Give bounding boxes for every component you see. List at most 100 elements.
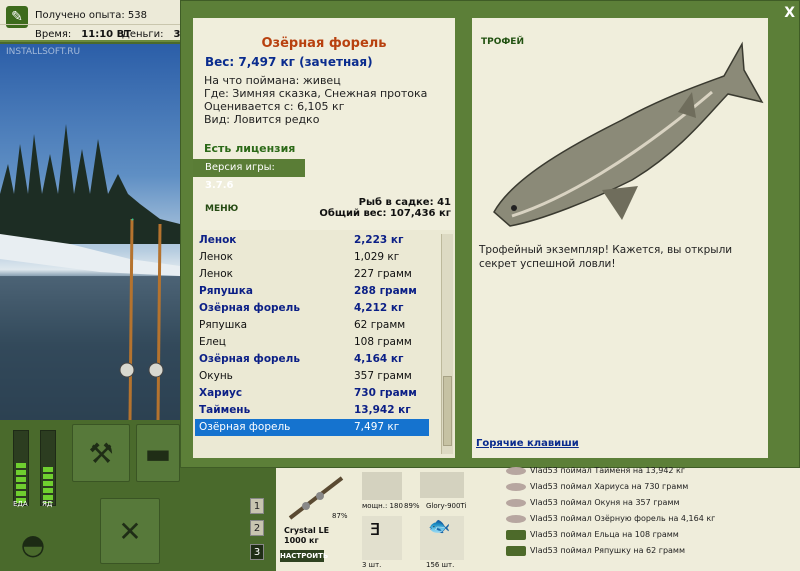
rod-icon: ⚒ [88, 436, 114, 470]
catch-row[interactable]: Ряпушка 62 грамм [195, 317, 429, 334]
event-log: Vlad53 поймал Тайменя на 13,942 кг Vlad53… [500, 466, 800, 571]
line-image[interactable] [420, 472, 464, 498]
keepnet-summary: Рыб в садке: 41 Общий вес: 107,436 кг [319, 197, 451, 219]
menu-button[interactable]: МЕНЮ [205, 204, 238, 214]
version-value: 3.7.6 [205, 180, 234, 191]
lure-icon [506, 466, 526, 475]
lure-icon [506, 514, 526, 523]
bait-label: ЯД [42, 500, 53, 508]
experience-label: Получено опыта: 538 [35, 10, 147, 21]
log-text: Vlad53 поймал Хариуса на 730 грамм [530, 482, 689, 491]
log-text: Vlad53 поймал Ельца на 108 грамм [530, 530, 679, 539]
catch-fish-weight: 730 грамм [354, 387, 417, 399]
log-entry: Vlad53 поймал Ряпушку на 62 грамм [506, 544, 685, 558]
trophy-threshold: Оценивается с: 6,105 кг [204, 100, 345, 113]
eat-button[interactable]: ✕ [100, 498, 160, 564]
catch-row[interactable]: Озёрная форель 4,164 кг [195, 351, 429, 368]
bait-gauge [40, 430, 56, 506]
rod-tools-button[interactable]: ⚒ [72, 424, 130, 482]
catch-fish-name: Ряпушка [199, 319, 248, 331]
catch-list: Ленок 2,223 кг Ленок 1,029 кг Ленок 227 грамм… [193, 230, 455, 458]
catch-row[interactable]: Ленок 1,029 кг [195, 249, 429, 266]
catch-row[interactable]: Озёрная форель 7,497 кг [195, 419, 429, 436]
catch-fish-weight: 1,029 кг [354, 251, 400, 263]
rod-capacity: 1000 кг [284, 536, 319, 545]
hook-image[interactable]: ⱻ [362, 516, 402, 560]
caught-on: На что поймана: живец [204, 74, 341, 87]
hook-icon: ⱻ [370, 516, 381, 541]
keepnet-count: Рыб в садке: 41 [358, 197, 451, 208]
catch-fish-name: Озёрная форель [199, 353, 301, 365]
scene-art [0, 124, 180, 420]
tune-button[interactable]: НАСТРОИТЬ [280, 550, 328, 562]
rod-name: Crystal LE [284, 526, 330, 535]
catch-fish-weight: 227 грамм [354, 268, 412, 280]
rod-panel: Crystal LE 1000 кг НАСТРОИТЬ 87% мощн.: … [276, 468, 530, 571]
cauldron-button[interactable]: ◓ [8, 520, 58, 568]
tackle-box-button[interactable]: ▬ [136, 424, 180, 482]
line-name: Glory-900Ti [426, 502, 467, 510]
catch-row[interactable]: Таймень 13,942 кг [195, 402, 429, 419]
fish-weight: Вес: 7,497 кг (зачетная) [205, 55, 373, 69]
catch-row[interactable]: Ленок 2,223 кг [195, 232, 429, 249]
catch-list-scrollbar[interactable] [441, 234, 453, 454]
fish-silhouette-icon [506, 545, 526, 556]
scrollbar-thumb[interactable] [443, 376, 452, 446]
log-text: Vlad53 поймал Тайменя на 13,942 кг [530, 466, 686, 475]
log-text: Vlad53 поймал Озёрную форель на 4,164 кг [530, 514, 716, 523]
fish-name: Озёрная форель [261, 36, 387, 51]
tackle-box-icon: ▬ [144, 436, 172, 470]
catch-fish-name: Хариус [199, 387, 243, 399]
catch-fish-weight: 108 грамм [354, 336, 412, 348]
catch-fish-name: Ленок [199, 251, 233, 263]
log-entry: Vlad53 поймал Хариуса на 730 грамм [506, 480, 688, 494]
close-button[interactable]: X [784, 5, 795, 21]
fork-knife-icon: ✕ [118, 514, 142, 548]
lure-icon [506, 482, 526, 491]
rod-condition: 87% [332, 512, 348, 520]
fishing-scene[interactable]: INSTALLSOFT.RU [0, 44, 180, 420]
log-entry: Vlad53 поймал Озёрную форель на 4,164 кг [506, 512, 715, 526]
catch-fish-name: Елец [199, 336, 226, 348]
reel-power: мощн.: 180 [362, 502, 403, 510]
hotkeys-link[interactable]: Горячие клавиши [476, 438, 579, 449]
divider [0, 24, 180, 25]
catch-row[interactable]: Елец 108 грамм [195, 334, 429, 351]
catch-fish-weight: 7,497 кг [354, 421, 400, 433]
rod-slot-3[interactable]: 3 [250, 544, 264, 560]
log-entry: Vlad53 поймал Окуня на 357 грамм [506, 496, 680, 510]
food-gauge-fill [16, 463, 26, 503]
trophy-text: Трофейный экземпляр! Кажется, вы открыли… [479, 244, 733, 270]
catch-fish-name: Озёрная форель [199, 421, 291, 433]
catch-fish-weight: 13,942 кг [354, 404, 411, 416]
game-version: Версия игры: 3.7.6 [193, 159, 305, 191]
catch-fish-name: Озёрная форель [199, 302, 301, 314]
rod-slot-1[interactable]: 1 [250, 498, 264, 514]
game-time: Время: 11:10 ВТ [35, 29, 131, 40]
catch-fish-weight: 4,164 кг [354, 353, 404, 365]
food-label: ЕДА [13, 500, 28, 508]
catch-row[interactable]: Ленок 227 грамм [195, 266, 429, 283]
bait-count: 156 шт. [426, 561, 455, 569]
log-text: Vlad53 поймал Ряпушку на 62 грамм [530, 546, 685, 555]
catch-row[interactable]: Хариус 730 грамм [195, 385, 429, 402]
catch-fish-name: Ленок [199, 234, 237, 246]
rod-slot-2[interactable]: 2 [250, 520, 264, 536]
catch-row[interactable]: Окунь 357 грамм [195, 368, 429, 385]
lure-icon [506, 498, 526, 507]
bait-image[interactable]: 🐟 [420, 516, 464, 560]
catch-row[interactable]: Ряпушка 288 грамм [195, 283, 429, 300]
cauldron-icon: ◓ [20, 527, 46, 561]
catch-fish-name: Ленок [199, 268, 233, 280]
catch-fish-name: Ряпушка [199, 285, 253, 297]
catch-row[interactable]: Озёрная форель 4,212 кг [195, 300, 429, 317]
catch-fish-name: Таймень [199, 404, 251, 416]
reel-image[interactable] [362, 472, 402, 500]
catch-fish-weight: 288 грамм [354, 285, 417, 297]
reel-condition: 89% [404, 502, 420, 510]
left-controls: ЕДА ЯД ⚒ ▬ ◓ ✕ [0, 420, 180, 571]
keepnet-weight: Общий вес: 107,436 кг [319, 208, 451, 219]
bait-gauge-fill [43, 467, 53, 503]
license-status: Есть лицензия [204, 142, 296, 155]
catch-fish-weight: 4,212 кг [354, 302, 404, 314]
